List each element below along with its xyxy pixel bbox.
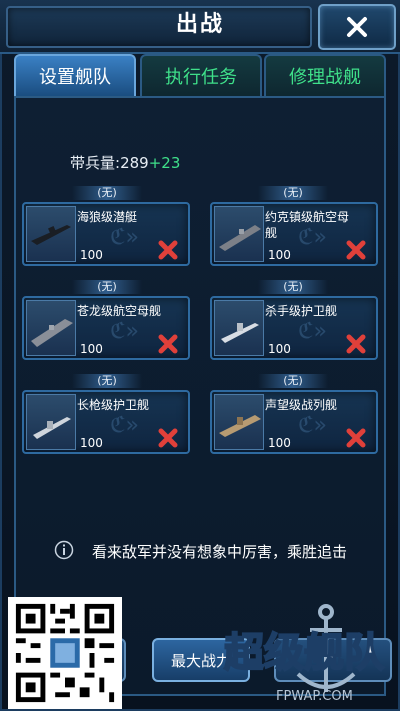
svg-text:ℭ»: ℭ»	[298, 413, 327, 438]
ship-level: 100	[268, 248, 291, 262]
ship-name: 海狼级潜艇	[77, 210, 138, 224]
tip-message: 看来敌军并没有想象中厉害，乘胜追击	[92, 543, 348, 561]
slot-tag: (无)	[72, 186, 142, 200]
tab-missions[interactable]: 执行任务	[140, 54, 262, 96]
info-icon	[54, 540, 74, 560]
remove-ship-icon[interactable]	[346, 428, 366, 448]
ship-name: 苍龙级航空母舰	[77, 304, 162, 318]
close-button[interactable]	[318, 4, 396, 50]
remove-ship-icon[interactable]	[158, 334, 178, 354]
qr-code	[8, 597, 122, 709]
battleship-icon	[214, 394, 264, 450]
remove-ship-icon[interactable]	[346, 334, 366, 354]
ship-name: 约克镇级航空母舰	[265, 210, 350, 240]
qr-code-icon	[11, 599, 119, 707]
slot-tag: (无)	[258, 186, 328, 200]
svg-text:ℭ»: ℭ»	[110, 225, 139, 250]
svg-text:ℭ»: ℭ»	[110, 319, 139, 344]
remove-ship-icon[interactable]	[158, 240, 178, 260]
ship-slot-2[interactable]: ℭ» 约克镇级航空母舰 100	[210, 202, 378, 266]
logo-text: 超级舰队	[224, 630, 385, 676]
ship-level: 100	[80, 436, 103, 450]
submarine-icon	[26, 206, 76, 262]
troop-value: 289	[120, 154, 149, 172]
troop-label: 带兵量:	[70, 154, 121, 172]
slot-tag: (无)	[72, 374, 142, 388]
troop-capacity: 带兵量:289+23	[70, 152, 180, 173]
ship-level: 100	[80, 248, 103, 262]
ship-level: 100	[268, 342, 291, 356]
carrier-icon	[214, 206, 264, 262]
remove-ship-icon[interactable]	[346, 240, 366, 260]
troop-bonus: +23	[148, 154, 181, 172]
tab-fleet-setup[interactable]: 设置舰队	[14, 54, 136, 96]
ship-slot-4[interactable]: ℭ» 杀手级护卫舰 100	[210, 296, 378, 360]
svg-text:ℭ»: ℭ»	[110, 413, 139, 438]
logo-site: FPWAP.COM	[276, 689, 353, 704]
ship-level: 100	[268, 436, 291, 450]
slot-tag: (无)	[258, 280, 328, 294]
svg-text:ℭ»: ℭ»	[298, 319, 327, 344]
ship-level: 100	[80, 342, 103, 356]
close-icon	[347, 17, 367, 37]
ship-slot-1[interactable]: ℭ» 海狼级潜艇 100	[22, 202, 190, 266]
slot-tag: (无)	[258, 374, 328, 388]
remove-ship-icon[interactable]	[158, 428, 178, 448]
ship-slot-6[interactable]: ℭ» 声望级战列舰 100	[210, 390, 378, 454]
slot-tag: (无)	[72, 280, 142, 294]
carrier-icon	[26, 300, 76, 356]
ship-slot-5[interactable]: ℭ» 长枪级护卫舰 100	[22, 390, 190, 454]
ship-slot-3[interactable]: ℭ» 苍龙级航空母舰 100	[22, 296, 190, 360]
game-logo: 超级舰队 FPWAP.COM	[222, 600, 398, 710]
frigate-icon	[214, 300, 264, 356]
tab-repair[interactable]: 修理战舰	[264, 54, 386, 96]
ship-name: 杀手级护卫舰	[265, 304, 338, 318]
ship-name: 声望级战列舰	[265, 398, 338, 412]
frigate-icon	[26, 394, 76, 450]
ship-name: 长枪级护卫舰	[77, 398, 150, 412]
